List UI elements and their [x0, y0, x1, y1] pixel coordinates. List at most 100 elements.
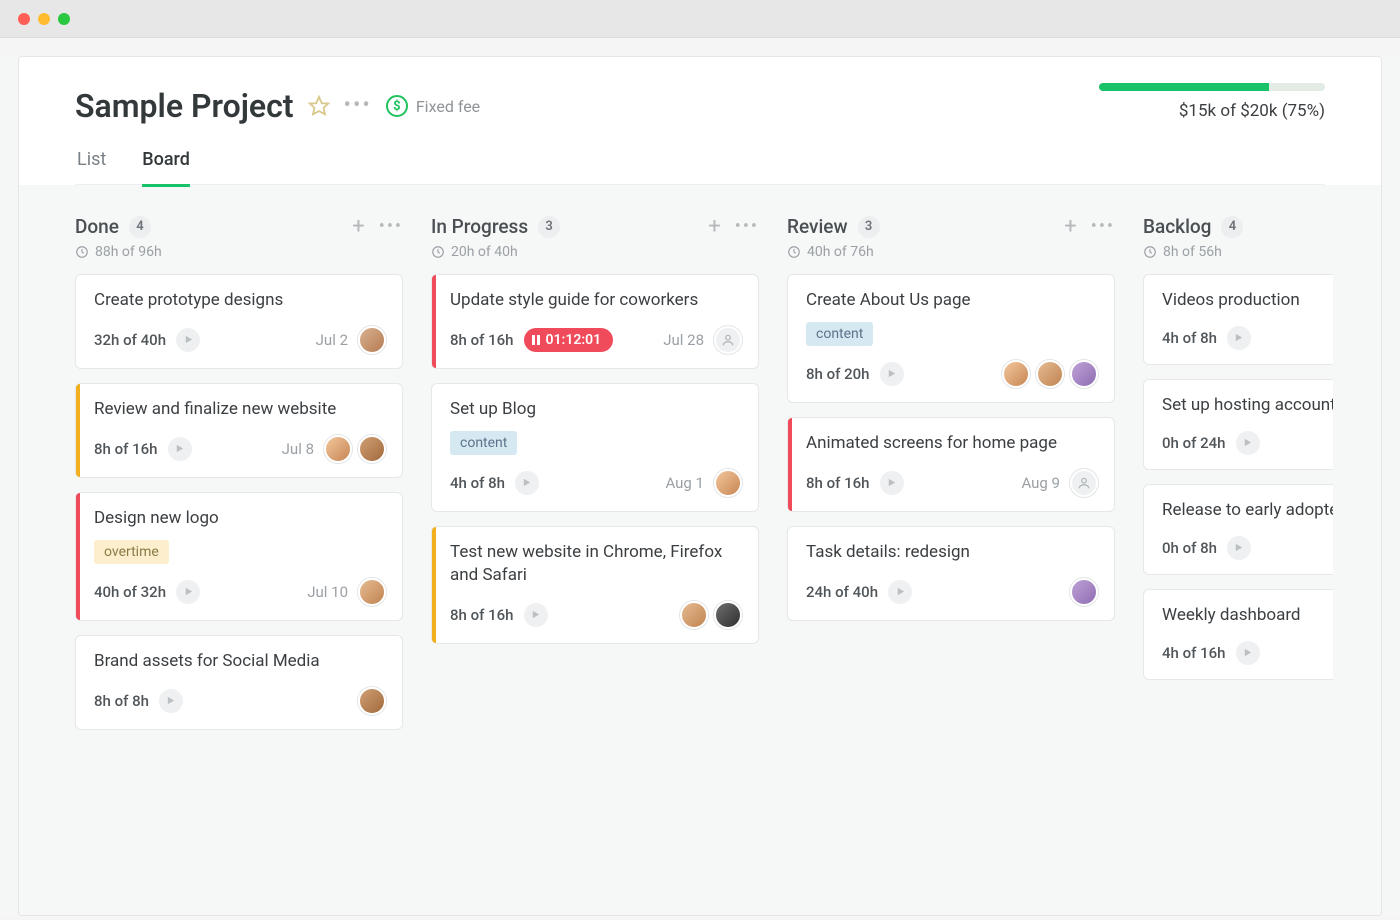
column-hours: 88h of 96h	[75, 244, 403, 260]
card-due-date: Jul 10	[307, 583, 348, 601]
card-due-date: Jul 8	[282, 440, 314, 458]
avatar[interactable]	[714, 469, 742, 497]
task-card[interactable]: Create About Us pagecontent8h of 20h	[787, 274, 1115, 403]
card-priority-stripe	[76, 384, 80, 477]
column-more-icon[interactable]: •••	[1091, 218, 1115, 236]
card-hours: 32h of 40h	[94, 331, 166, 349]
project-more-icon[interactable]: •••	[344, 95, 372, 117]
card-tag: overtime	[94, 540, 169, 564]
play-button[interactable]	[1227, 326, 1251, 350]
column-more-icon[interactable]: •••	[379, 218, 403, 236]
pause-icon	[532, 335, 540, 345]
task-card[interactable]: Animated screens for home page8h of 16hA…	[787, 417, 1115, 512]
timer-chip[interactable]: 01:12:01	[524, 328, 614, 352]
play-button[interactable]	[176, 328, 200, 352]
avatar[interactable]	[358, 578, 386, 606]
card-assignees	[1070, 578, 1098, 606]
play-button[interactable]	[1236, 431, 1260, 455]
card-title: Set up hosting account	[1162, 394, 1333, 417]
column-more-icon[interactable]: •••	[735, 218, 759, 236]
play-button[interactable]	[1227, 536, 1251, 560]
billing-type-label: Fixed fee	[416, 97, 480, 116]
task-card[interactable]: Brand assets for Social Media8h of 8h	[75, 635, 403, 730]
column-backlog: Backlog48h of 56hVideos production4h of …	[1143, 215, 1333, 885]
add-card-icon[interactable]: +	[708, 216, 720, 238]
task-card[interactable]: Test new website in Chrome, Firefox and …	[431, 526, 759, 644]
card-title: Task details: redesign	[806, 541, 1098, 564]
avatar[interactable]	[358, 435, 386, 463]
column-count-badge: 3	[538, 216, 560, 238]
card-hours: 4h of 8h	[450, 474, 505, 492]
avatar[interactable]	[714, 601, 742, 629]
window-zoom-dot[interactable]	[58, 13, 70, 25]
avatar[interactable]	[1070, 578, 1098, 606]
column-hours: 20h of 40h	[431, 244, 759, 260]
column-title: Review	[787, 215, 848, 238]
avatar[interactable]	[358, 326, 386, 354]
window-close-dot[interactable]	[18, 13, 30, 25]
task-card[interactable]: Videos production4h of 8h	[1143, 274, 1333, 365]
play-button[interactable]	[1236, 641, 1260, 665]
card-due-date: Jul 2	[316, 331, 348, 349]
dollar-icon: $	[386, 95, 408, 117]
card-title: Set up Blog	[450, 398, 742, 421]
avatar[interactable]	[1070, 360, 1098, 388]
column-done: Done 4 + ••• 88h of 96h Create prototype desi…	[75, 215, 403, 885]
play-button[interactable]	[880, 471, 904, 495]
add-card-icon[interactable]: +	[1064, 216, 1076, 238]
card-hours: 0h of 24h	[1162, 434, 1226, 452]
avatar[interactable]	[680, 601, 708, 629]
task-card[interactable]: Weekly dashboard4h of 16h	[1143, 589, 1333, 680]
avatar[interactable]	[324, 435, 352, 463]
task-card[interactable]: Set up hosting account 0h of 24h	[1143, 379, 1333, 470]
play-button[interactable]	[888, 580, 912, 604]
avatar[interactable]	[358, 687, 386, 715]
avatar[interactable]	[1002, 360, 1030, 388]
task-card[interactable]: Design new logo overtime 40h of 32h Jul 10	[75, 492, 403, 621]
card-assignees	[714, 326, 742, 354]
budget-text: $15k of $20k (75%)	[1099, 101, 1325, 121]
card-title: Animated screens for home page	[806, 432, 1098, 455]
star-icon[interactable]	[308, 95, 330, 117]
task-card[interactable]: Release to early adopters0h of 8h	[1143, 484, 1333, 575]
tab-board[interactable]: Board	[142, 149, 190, 184]
task-card[interactable]: Update style guide for coworkers 8h of 16…	[431, 274, 759, 369]
play-button[interactable]	[168, 437, 192, 461]
column-title: Done	[75, 215, 119, 238]
card-priority-stripe	[76, 493, 80, 620]
avatar-placeholder-icon[interactable]	[1070, 469, 1098, 497]
task-card[interactable]: Set up Blogcontent4h of 8hAug 1	[431, 383, 759, 512]
card-hours: 4h of 16h	[1162, 644, 1226, 662]
card-title: Create prototype designs	[94, 289, 386, 312]
play-button[interactable]	[880, 362, 904, 386]
column-count-badge: 3	[858, 216, 880, 238]
play-button[interactable]	[515, 471, 539, 495]
column-inprogress: In Progress3+•••20h of 40hUpdate style g…	[431, 215, 759, 885]
card-hours: 8h of 16h	[450, 606, 514, 624]
tab-list[interactable]: List	[77, 149, 106, 184]
kanban-board: Done 4 + ••• 88h of 96h Create prototype desi…	[75, 215, 1381, 885]
card-title: Release to early adopters	[1162, 499, 1333, 522]
avatar-placeholder-icon[interactable]	[714, 326, 742, 354]
card-hours: 8h of 20h	[806, 365, 870, 383]
card-priority-stripe	[432, 275, 436, 368]
card-title: Update style guide for coworkers	[450, 289, 742, 312]
card-hours: 40h of 32h	[94, 583, 166, 601]
project-title: Sample Project	[75, 87, 294, 125]
task-card[interactable]: Review and finalize new website8h of 16h…	[75, 383, 403, 478]
card-title: Create About Us page	[806, 289, 1098, 312]
play-button[interactable]	[176, 580, 200, 604]
budget-progress-bar	[1099, 83, 1325, 91]
column-count-badge: 4	[129, 216, 151, 238]
add-card-icon[interactable]: +	[352, 216, 364, 238]
play-button[interactable]	[524, 603, 548, 627]
card-assignees	[1070, 469, 1098, 497]
task-card[interactable]: Create prototype designs 32h of 40h Jul 2	[75, 274, 403, 369]
avatar[interactable]	[1036, 360, 1064, 388]
play-button[interactable]	[159, 689, 183, 713]
card-hours: 8h of 16h	[450, 331, 514, 349]
window-minimize-dot[interactable]	[38, 13, 50, 25]
column-hours: 40h of 76h	[787, 244, 1115, 260]
card-title: Design new logo	[94, 507, 386, 530]
task-card[interactable]: Task details: redesign24h of 40h	[787, 526, 1115, 621]
